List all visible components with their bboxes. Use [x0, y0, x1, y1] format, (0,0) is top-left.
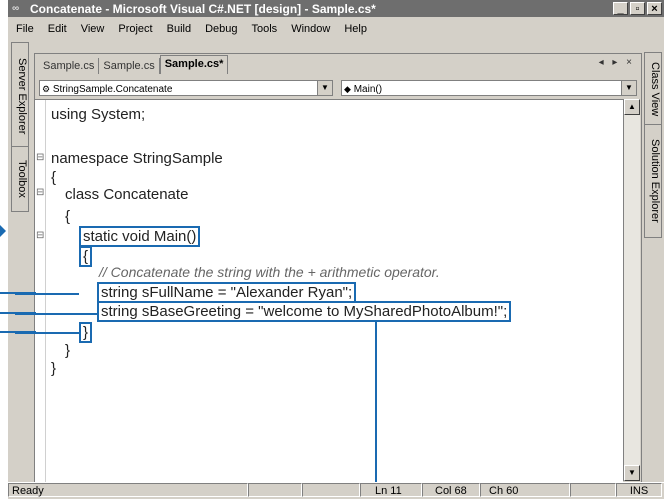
vertical-scrollbar[interactable]: ▲ ▼	[623, 99, 640, 481]
menu-file[interactable]: File	[16, 23, 34, 35]
type-combo-value: StringSample.Concatenate	[52, 84, 173, 95]
code-line-comment: // Concatenate the string with the + ari…	[99, 264, 440, 280]
collapse-icon[interactable]: ⊟	[36, 230, 44, 241]
app-window: ∞ Concatenate - Microsoft Visual C#.NET …	[8, 0, 664, 499]
menu-view[interactable]: View	[81, 23, 105, 35]
vs-icon: ∞	[12, 3, 20, 14]
member-combo[interactable]: ◆ Main() ▼	[341, 80, 637, 96]
tab-class-view[interactable]: Class View	[644, 52, 662, 126]
left-dock: Server Explorer Toolbox	[8, 42, 32, 480]
doc-tab-sample-2[interactable]: Sample.cs	[99, 58, 160, 74]
doc-tab-sample-active[interactable]: Sample.cs*	[159, 55, 229, 74]
status-column: Col 68	[422, 483, 480, 497]
callout-line	[375, 322, 377, 484]
minimize-button[interactable]: _	[613, 2, 628, 15]
menu-bar: File Edit View Project Build Debug Tools…	[8, 19, 664, 38]
chevron-down-icon[interactable]: ▼	[317, 81, 332, 95]
menu-edit[interactable]: Edit	[48, 23, 67, 35]
code-line-main: static void Main()	[79, 226, 201, 247]
scroll-down-icon[interactable]: ▼	[624, 465, 640, 481]
document-tabs: Sample.cs Sample.cs Sample.cs* ◂ ▸ ×	[35, 54, 641, 74]
status-bar: Ready Ln 11 Col 68 Ch 60 INS	[8, 482, 664, 499]
status-line: Ln 11	[360, 483, 422, 497]
tab-server-explorer[interactable]: Server Explorer	[11, 42, 29, 150]
menu-window[interactable]: Window	[291, 23, 330, 35]
right-dock: Class View Solution Explorer	[642, 42, 664, 480]
status-char: Ch 60	[480, 483, 570, 497]
code-text-area[interactable]: ⊟ ⊟ ⊟ using System; namespace StringSamp…	[15, 99, 623, 484]
chevron-down-icon[interactable]: ▼	[621, 81, 636, 95]
tab-solution-explorer[interactable]: Solution Explorer	[644, 124, 662, 238]
tab-nav-controls[interactable]: ◂ ▸ ×	[599, 57, 635, 68]
window-title: Concatenate - Microsoft Visual C#.NET [d…	[30, 1, 376, 16]
restore-button[interactable]: ▫	[630, 2, 645, 15]
code-line-class: class Concatenate	[65, 186, 189, 203]
code-line-using: using System;	[51, 106, 146, 123]
status-empty-1	[248, 483, 302, 497]
menu-tools[interactable]: Tools	[252, 23, 278, 35]
status-insert-mode: INS	[616, 483, 662, 497]
callout-line	[0, 312, 36, 314]
code-line-namespace: namespace StringSample	[51, 150, 223, 167]
code-line-ns-close: }	[51, 360, 57, 377]
scroll-up-icon[interactable]: ▲	[624, 99, 640, 115]
code-line-main-brace: {	[79, 246, 93, 267]
code-line-fullname: string sFullName = "Alexander Ryan";	[97, 282, 357, 303]
close-button[interactable]: ×	[647, 2, 662, 15]
status-empty-2	[302, 483, 360, 497]
callout-line	[0, 331, 36, 333]
collapse-icon[interactable]: ⊟	[36, 187, 44, 198]
title-bar: ∞ Concatenate - Microsoft Visual C#.NET …	[8, 0, 664, 17]
code-line-class-close: }	[65, 342, 71, 359]
navigation-bar: ⚙ StringSample.Concatenate ▼ ◆ Main() ▼	[35, 78, 641, 100]
tab-toolbox[interactable]: Toolbox	[11, 146, 29, 212]
code-line-class-brace: {	[65, 208, 71, 225]
type-combo[interactable]: ⚙ StringSample.Concatenate ▼	[39, 80, 333, 96]
code-editor: Sample.cs Sample.cs Sample.cs* ◂ ▸ × ⚙ S…	[15, 53, 642, 484]
code-line-greeting: string sBaseGreeting = "welcome to MySha…	[97, 301, 512, 322]
collapse-icon[interactable]: ⊟	[36, 152, 44, 163]
menu-build[interactable]: Build	[167, 23, 191, 35]
class-icon: ⚙	[42, 84, 51, 94]
menu-project[interactable]: Project	[118, 23, 152, 35]
code-line-brace-open: {	[51, 169, 57, 186]
menu-debug[interactable]: Debug	[205, 23, 237, 35]
status-ready: Ready	[8, 483, 248, 497]
callout-arrow	[0, 225, 6, 237]
member-combo-value: Main()	[353, 84, 383, 95]
doc-tab-sample-1[interactable]: Sample.cs	[39, 58, 100, 74]
callout-line	[0, 292, 36, 294]
menu-help[interactable]: Help	[344, 23, 367, 35]
code-line-main-close: }	[79, 322, 93, 343]
status-empty-3	[570, 483, 616, 497]
method-icon: ◆	[344, 84, 351, 94]
